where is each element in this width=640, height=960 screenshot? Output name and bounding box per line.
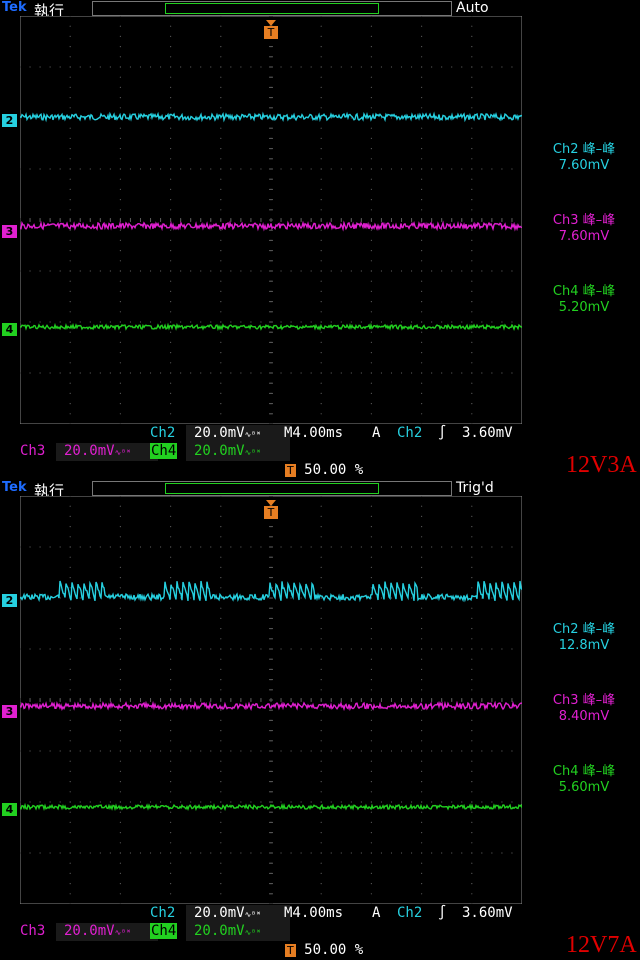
scale-value: 20.0mV [64, 443, 115, 459]
test-condition-label: 12V3A [566, 452, 637, 478]
bandwidth-limit-icon: ∿ᴮᵂ [244, 910, 261, 919]
measurement-label: Ch4 峰–峰 [552, 764, 616, 779]
ch4-scale[interactable]: 20.0mV∿ᴮᵂ [186, 443, 290, 461]
test-condition-label: 12V7A [566, 932, 637, 958]
measurement-value: 7.60mV [558, 229, 610, 244]
measurement-label: Ch2 峰–峰 [552, 622, 616, 637]
measurement-value: 5.20mV [558, 300, 610, 315]
ch3-label[interactable]: Ch3 [20, 443, 45, 459]
ch2-measurement: Ch2 峰–峰 12.8mV [528, 622, 640, 654]
trigger-source[interactable]: Ch2 [397, 905, 422, 921]
timebase[interactable]: M4.00ms [284, 905, 343, 921]
trigger-t-icon: T [264, 506, 278, 519]
ch2-scale[interactable]: 20.0mV∿ᴮᵂ [186, 425, 290, 443]
ch2-label[interactable]: Ch2 [150, 425, 175, 441]
acquisition-mode: A [372, 905, 381, 921]
measurement-label: Ch3 峰–峰 [552, 693, 616, 708]
ch2-ground-marker[interactable]: 2 [2, 114, 17, 127]
trigger-position[interactable]: T 50.00 % [285, 942, 363, 958]
tek-logo: Tek [2, 0, 27, 15]
ch3-measurement: Ch3 峰–峰 8.40mV [528, 693, 640, 725]
trigger-level[interactable]: 3.60mV [462, 425, 513, 441]
measurement-value: 5.60mV [558, 780, 610, 795]
ch2-measurement: Ch2 峰–峰 7.60mV [528, 142, 640, 174]
ch3-scale[interactable]: 20.0mV∿ᴮᵂ [56, 923, 158, 941]
acquisition-mode: A [372, 425, 381, 441]
ch4-ground-marker[interactable]: 4 [2, 803, 17, 816]
scale-value: 20.0mV [194, 905, 245, 921]
trigger-status: Auto [456, 0, 489, 16]
trigger-source[interactable]: Ch2 [397, 425, 422, 441]
rising-edge-icon: ∫ [438, 905, 447, 921]
measurement-label: Ch2 峰–峰 [552, 142, 616, 157]
ch3-label[interactable]: Ch3 [20, 923, 45, 939]
trigger-position-value: 50.00 % [304, 942, 364, 958]
tek-logo: Tek [2, 480, 27, 495]
measurement-value: 8.40mV [558, 709, 610, 724]
waveform-display [20, 16, 522, 424]
ch4-scale[interactable]: 20.0mV∿ᴮᵂ [186, 923, 290, 941]
trigger-status: Trig'd [456, 480, 494, 496]
ch3-ground-marker[interactable]: 3 [2, 705, 17, 718]
trigger-t-icon: T [285, 944, 296, 957]
ch4-measurement: Ch4 峰–峰 5.20mV [528, 284, 640, 316]
bandwidth-limit-icon: ∿ᴮᵂ [244, 448, 261, 457]
measurement-label: Ch4 峰–峰 [552, 284, 616, 299]
record-view-bar [92, 1, 452, 16]
trigger-position-value: 50.00 % [304, 462, 364, 478]
ch3-scale[interactable]: 20.0mV∿ᴮᵂ [56, 443, 158, 461]
scale-value: 20.0mV [64, 923, 115, 939]
trigger-position-marker[interactable]: T [264, 20, 278, 40]
rising-edge-icon: ∫ [438, 425, 447, 441]
bandwidth-limit-icon: ∿ᴮᵂ [244, 928, 261, 937]
scale-value: 20.0mV [194, 923, 245, 939]
record-window [165, 483, 379, 494]
record-window [165, 3, 379, 14]
record-view-bar [92, 481, 452, 496]
timebase[interactable]: M4.00ms [284, 425, 343, 441]
ch4-ground-marker[interactable]: 4 [2, 323, 17, 336]
ch2-scale[interactable]: 20.0mV∿ᴮᵂ [186, 905, 290, 923]
trigger-position[interactable]: T 50.00 % [285, 462, 363, 478]
trigger-t-icon: T [285, 464, 296, 477]
ch4-measurement: Ch4 峰–峰 5.60mV [528, 764, 640, 796]
measurement-label: Ch3 峰–峰 [552, 213, 616, 228]
ch4-label[interactable]: Ch4 [150, 443, 178, 459]
ch2-label[interactable]: Ch2 [150, 905, 175, 921]
scale-value: 20.0mV [194, 443, 245, 459]
measurement-value: 12.8mV [558, 638, 610, 653]
bandwidth-limit-icon: ∿ᴮᵂ [114, 448, 131, 457]
ch3-measurement: Ch3 峰–峰 7.60mV [528, 213, 640, 245]
scope-panel-12v3a: Tek 執行 Auto T 2 3 4 Ch2 峰–峰 7.60mV Ch3 峰… [0, 0, 640, 480]
scale-value: 20.0mV [194, 425, 245, 441]
ch4-label[interactable]: Ch4 [150, 923, 178, 939]
ch3-ground-marker[interactable]: 3 [2, 225, 17, 238]
ch2-ground-marker[interactable]: 2 [2, 594, 17, 607]
scope-panel-12v7a: Tek 執行 Trig'd T 2 3 4 Ch2 峰–峰 12.8mV Ch3… [0, 480, 640, 960]
trigger-position-marker[interactable]: T [264, 500, 278, 520]
trigger-t-icon: T [264, 26, 278, 39]
bandwidth-limit-icon: ∿ᴮᵂ [244, 430, 261, 439]
bandwidth-limit-icon: ∿ᴮᵂ [114, 928, 131, 937]
measurement-value: 7.60mV [558, 158, 610, 173]
waveform-display [20, 496, 522, 904]
trigger-level[interactable]: 3.60mV [462, 905, 513, 921]
